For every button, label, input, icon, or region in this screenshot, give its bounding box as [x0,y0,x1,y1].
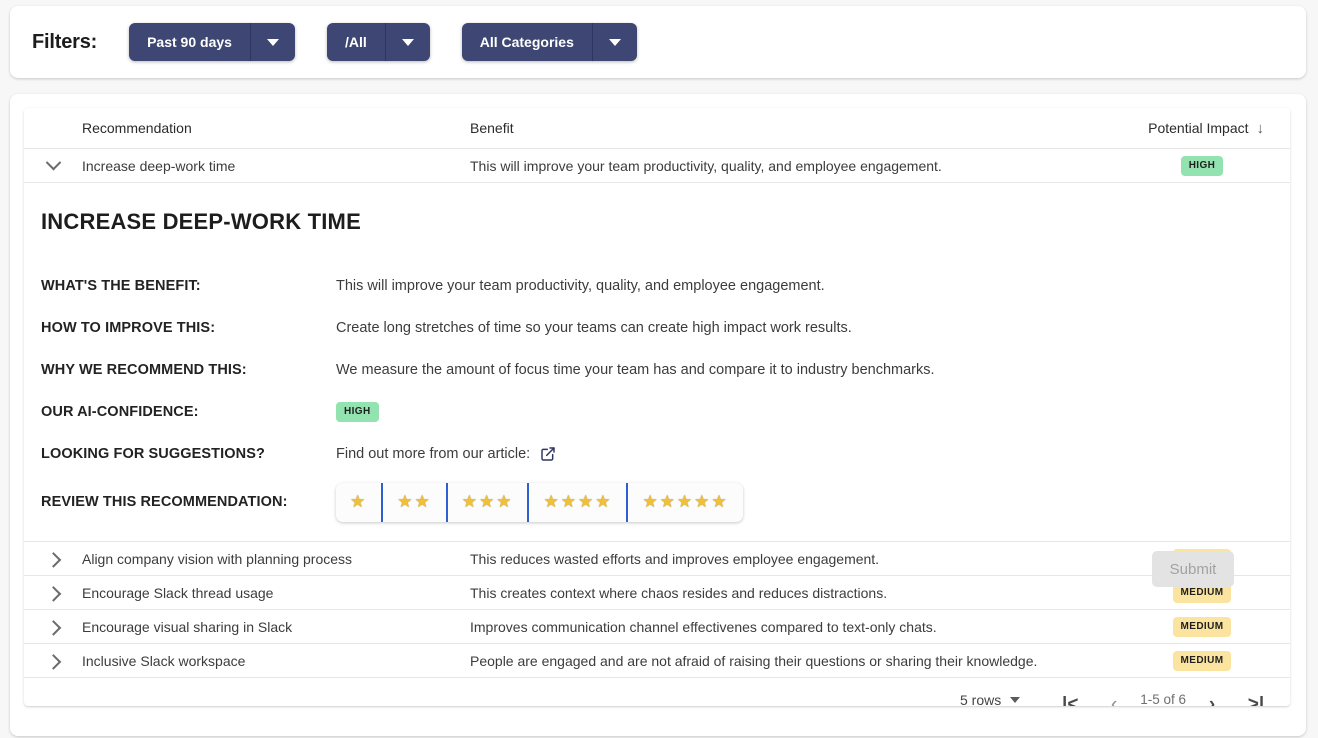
detail-row-review: REVIEW THIS RECOMMENDATION: ★ ★★ ★★★ ★★★… [24,481,1290,523]
cell-benefit: This reduces wasted efforts and improves… [470,551,1114,567]
detail-label-improve: HOW TO IMPROVE THIS: [24,320,336,336]
chevron-right-icon[interactable] [24,587,82,598]
detail-value-improve: Create long stretches of time so your te… [336,320,1290,336]
cell-recommendation: Align company vision with planning proce… [82,551,470,567]
filter-team-scope-button[interactable]: /All [327,23,430,61]
column-header-potential-impact[interactable]: Potential Impact ↓ [1114,120,1290,136]
star-icon: ★★★ [462,492,514,512]
chevron-down-icon[interactable] [385,23,430,61]
next-page-button[interactable]: › [1190,692,1234,706]
recommendations-table: Recommendation Benefit Potential Impact … [24,108,1290,706]
detail-row-confidence: OUR AI-CONFIDENCE: HIGH [24,391,1290,433]
rows-per-page-select[interactable]: 5 rows [960,692,1020,706]
detail-label-confidence: OUR AI-CONFIDENCE: [24,404,336,420]
table-row-expanded[interactable]: Increase deep-work time This will improv… [24,149,1290,183]
column-header-recommendation: Recommendation [82,120,470,136]
filter-category-button[interactable]: All Categories [462,23,637,61]
star-icon: ★★ [397,492,431,512]
chevron-down-icon[interactable] [592,23,637,61]
detail-value-suggestions: Find out more from our article: [336,446,1290,462]
filter-category-label: All Categories [462,23,592,61]
cell-benefit: People are engaged and are not afraid of… [470,653,1114,669]
rating-option-5[interactable]: ★★★★★ [628,483,742,522]
table-row[interactable]: Align company vision with planning proce… [24,542,1290,576]
star-icon: ★★★★★ [642,492,728,512]
chevron-down-icon[interactable] [1010,697,1020,703]
detail-value-confidence: HIGH [336,402,1290,422]
table-row[interactable]: Encourage visual sharing in Slack Improv… [24,610,1290,644]
rating-option-3[interactable]: ★★★ [448,483,530,522]
star-rating-widget[interactable]: ★ ★★ ★★★ ★★★★ ★★★★★ [336,483,743,522]
chevron-down-icon[interactable] [24,160,82,171]
cell-impact: MEDIUM [1114,617,1290,637]
table-header-row: Recommendation Benefit Potential Impact … [24,108,1290,149]
table-row[interactable]: Encourage Slack thread usage This create… [24,576,1290,610]
pagination-bar: 5 rows |< ‹ 1-5 of 6 › >| [24,678,1290,706]
detail-value-review: ★ ★★ ★★★ ★★★★ ★★★★★ [336,483,1290,522]
detail-label-benefit: WHAT'S THE BENEFIT: [24,278,336,294]
filters-label: Filters: [32,31,97,54]
status-badge: HIGH [1181,156,1224,176]
filter-team-scope-label: /All [327,23,385,61]
detail-label-why: WHY WE RECOMMEND THIS: [24,362,336,378]
column-header-potential-impact-label: Potential Impact [1148,120,1248,136]
rating-option-4[interactable]: ★★★★ [529,483,628,522]
external-link-icon[interactable] [540,446,556,462]
confidence-badge: HIGH [336,402,379,422]
chevron-right-icon[interactable] [24,655,82,666]
chevron-right-icon[interactable] [24,553,82,564]
first-page-button[interactable]: |< [1048,692,1092,706]
table-row[interactable]: Inclusive Slack workspace People are eng… [24,644,1290,678]
recommendation-detail-panel: INCREASE DEEP-WORK TIME WHAT'S THE BENEF… [24,183,1290,542]
star-icon: ★★★★ [543,492,612,512]
previous-page-button[interactable]: ‹ [1092,692,1136,706]
cell-benefit: Improves communication channel effective… [470,619,1114,635]
cell-impact: HIGH [1114,156,1290,176]
detail-row-why: WHY WE RECOMMEND THIS: We measure the am… [24,349,1290,391]
rating-option-2[interactable]: ★★ [383,483,447,522]
detail-label-suggestions: LOOKING FOR SUGGESTIONS? [24,446,336,462]
cell-recommendation: Encourage Slack thread usage [82,585,470,601]
filters-bar: Filters: Past 90 days /All All Categorie… [10,6,1306,78]
last-page-button[interactable]: >| [1234,692,1278,706]
pagination-range: 1-5 of 6 [1136,692,1190,706]
cell-impact: MEDIUM [1114,651,1290,671]
rows-per-page-label: 5 rows [960,692,1001,706]
rating-option-1[interactable]: ★ [336,483,383,522]
chevron-down-icon[interactable] [250,23,295,61]
star-icon: ★ [350,492,367,512]
detail-row-benefit: WHAT'S THE BENEFIT: This will improve yo… [24,265,1290,307]
sort-descending-icon[interactable]: ↓ [1257,121,1265,136]
detail-value-benefit: This will improve your team productivity… [336,278,1290,294]
cell-recommendation: Encourage visual sharing in Slack [82,619,470,635]
column-header-benefit: Benefit [470,120,1114,136]
chevron-right-icon[interactable] [24,621,82,632]
status-badge: MEDIUM [1173,617,1232,637]
status-badge: MEDIUM [1173,651,1232,671]
detail-title: INCREASE DEEP-WORK TIME [41,209,1290,235]
filter-date-range-label: Past 90 days [129,23,250,61]
filter-date-range-button[interactable]: Past 90 days [129,23,295,61]
detail-row-improve: HOW TO IMPROVE THIS: Create long stretch… [24,307,1290,349]
detail-row-suggestions: LOOKING FOR SUGGESTIONS? Find out more f… [24,433,1290,475]
detail-label-review: REVIEW THIS RECOMMENDATION: [24,494,336,510]
article-link-text: Find out more from our article: [336,446,530,462]
cell-recommendation: Increase deep-work time [82,158,470,174]
cell-benefit: This creates context where chaos resides… [470,585,1114,601]
detail-value-why: We measure the amount of focus time your… [336,362,1290,378]
cell-benefit: This will improve your team productivity… [470,158,1114,174]
cell-recommendation: Inclusive Slack workspace [82,653,470,669]
submit-button[interactable]: Submit [1152,551,1234,587]
